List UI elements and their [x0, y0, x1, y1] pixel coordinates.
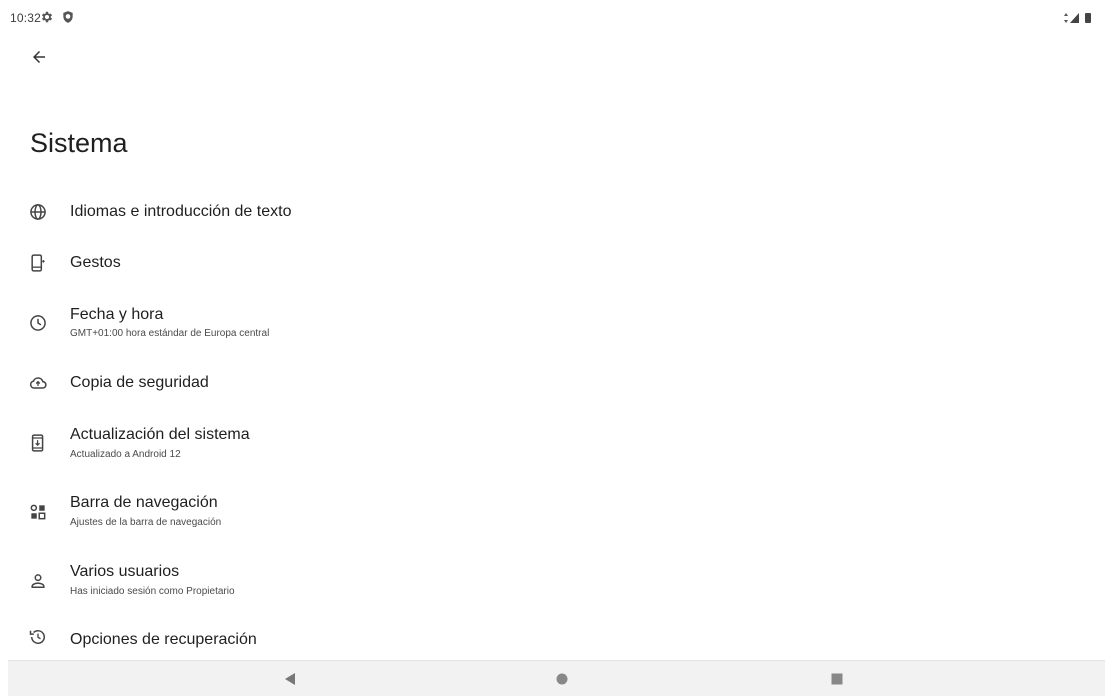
settings-item-opciones-recuperacion[interactable]: Opciones de recuperación [0, 619, 1105, 659]
item-summary: Has iniciado sesión como Propietario [70, 586, 235, 597]
item-title: Opciones de recuperación [70, 631, 257, 648]
status-bar: 10:32 [0, 0, 1105, 30]
shield-icon [61, 10, 75, 24]
item-title: Copia de seguridad [70, 374, 209, 391]
item-title: Varios usuarios [70, 563, 180, 580]
back-button[interactable] [26, 44, 52, 70]
item-summary: Actualizado a Android 12 [70, 449, 181, 460]
gear-icon [40, 10, 54, 24]
clock-icon [28, 313, 48, 333]
settings-item-gestos[interactable]: Gestos [0, 241, 1105, 285]
system-navigation-bar [8, 660, 1105, 696]
item-title: Fecha y hora [70, 306, 164, 323]
item-summary: Ajustes de la barra de navegación [70, 517, 222, 528]
system-update-icon [28, 433, 48, 453]
nav-recents-button[interactable] [827, 669, 847, 689]
settings-item-fecha-hora[interactable]: Fecha y hora GMT+01:00 hora estándar de … [0, 300, 1105, 350]
status-right-icons [1063, 11, 1093, 23]
item-title: Barra de navegación [70, 494, 218, 511]
nav-back-button[interactable] [280, 669, 300, 689]
nav-recents-icon [831, 673, 843, 685]
restore-history-icon [28, 627, 48, 647]
cloud-upload-icon [28, 373, 48, 393]
signal-icon [1070, 13, 1079, 23]
battery-icon [1085, 13, 1091, 23]
item-summary: GMT+01:00 hora estándar de Europa centra… [70, 328, 270, 339]
navigation-bar-icon [28, 502, 48, 522]
item-title: Actualización del sistema [70, 426, 250, 443]
settings-item-copia-seguridad[interactable]: Copia de seguridad [0, 361, 1105, 405]
settings-item-varios-usuarios[interactable]: Varios usuarios Has iniciado sesión como… [0, 555, 1105, 605]
settings-item-barra-navegacion[interactable]: Barra de navegación Ajustes de la barra … [0, 486, 1105, 536]
nav-home-button[interactable] [552, 669, 572, 689]
settings-item-idiomas[interactable]: Idiomas e introducción de texto [0, 190, 1105, 234]
arrow-back-icon [33, 51, 45, 63]
nav-home-icon [556, 673, 568, 685]
settings-item-actualizacion[interactable]: Actualización del sistema Actualizado a … [0, 418, 1105, 468]
nav-back-icon [285, 673, 295, 685]
item-title: Idiomas e introducción de texto [70, 203, 292, 220]
status-time: 10:32 [10, 11, 42, 25]
globe-icon [28, 202, 48, 222]
gesture-phone-icon [28, 253, 48, 273]
page-title: Sistema [30, 128, 128, 158]
user-icon [28, 571, 48, 591]
data-arrows-icon [1064, 13, 1068, 23]
item-title: Gestos [70, 254, 121, 271]
